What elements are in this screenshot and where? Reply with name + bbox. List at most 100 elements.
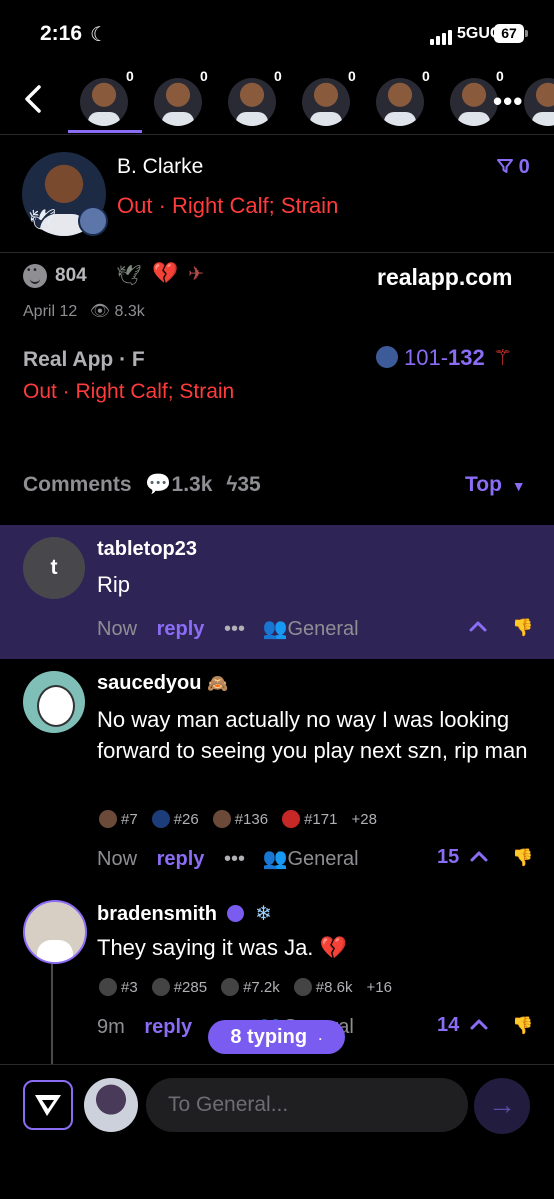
post-meta: April 12 👁 8.3k [23, 301, 145, 321]
rank-badge[interactable]: #8.6k [293, 978, 352, 996]
more-options-icon[interactable]: ••• [224, 618, 245, 640]
player-thumb[interactable] [450, 78, 498, 126]
filter-count: 0 [518, 156, 530, 178]
people-icon: 👥 [262, 848, 288, 870]
more-options-icon[interactable]: ••• [224, 848, 245, 870]
bolt-count: 35 [237, 473, 261, 496]
team-logo-icon [78, 206, 108, 236]
reply-button[interactable]: reply [157, 848, 205, 870]
rank-badge[interactable]: #285 [151, 978, 207, 996]
game-score[interactable]: 101-132 ⚚ [376, 345, 513, 371]
score-separator: - [440, 345, 449, 370]
divider [0, 1064, 554, 1065]
bird-reaction-icon[interactable]: 🕊 [116, 263, 141, 288]
smile-icon[interactable] [23, 264, 47, 288]
player-thumb[interactable] [376, 78, 424, 126]
rank-badge[interactable]: #26 [151, 810, 199, 828]
my-avatar[interactable] [84, 1078, 138, 1132]
player-status: Out · Right Calf; Strain [117, 193, 339, 218]
comment-text: No way man actually no way I was looking… [97, 707, 528, 763]
comment-username[interactable]: bradensmith ❄ [97, 901, 272, 926]
upvote-button[interactable]: 15 [437, 846, 489, 869]
comment-time: Now [97, 618, 138, 640]
thumb-count: 0 [126, 68, 134, 84]
comment-actions: Now reply ••• 👥General [97, 846, 359, 871]
player-thumb[interactable] [154, 78, 202, 126]
comment-input[interactable]: To General... [146, 1078, 468, 1132]
more-badges[interactable]: +28 [351, 811, 376, 828]
score-away: 132 [448, 345, 485, 370]
rank-badge[interactable]: #7.2k [221, 978, 280, 996]
comment-text: Rip [97, 572, 131, 597]
comment-text: They saying it was Ja. 💔 [97, 935, 347, 960]
player-thumb[interactable] [302, 78, 350, 126]
rank-badge[interactable]: #3 [99, 978, 138, 996]
typing-indicator[interactable]: 8 typing · [208, 1020, 345, 1054]
snowflake-icon: ❄ [255, 903, 272, 925]
vote-count: 14 [437, 1014, 460, 1036]
thumb-count: 0 [348, 68, 356, 84]
username-text: saucedyou [97, 672, 202, 694]
caret-down-icon: ▼ [511, 478, 526, 494]
source-label: Real App · F [23, 348, 145, 371]
comment-count: 1.3k [171, 473, 213, 496]
people-icon: 👥 [262, 618, 288, 640]
channel-label[interactable]: General [287, 618, 358, 640]
selected-tab-indicator [68, 130, 142, 133]
comment-time: Now [97, 848, 138, 870]
broken-heart-icon[interactable]: 💔 [152, 262, 178, 286]
thumb-count: 0 [422, 68, 430, 84]
team-reaction-icon[interactable]: ✈ [188, 263, 204, 286]
moon-icon: ☾ [90, 24, 108, 46]
player-thumb[interactable] [80, 78, 128, 126]
comment-username[interactable]: tabletop23 [97, 538, 197, 561]
rank-badge[interactable]: #171 [282, 810, 337, 828]
back-button[interactable] [22, 84, 44, 114]
emoji-badge-icon: 🙈 [207, 674, 229, 693]
source-site-link[interactable]: realapp.com [377, 264, 513, 291]
comment-time: 9m [97, 1016, 125, 1038]
thumb-count: 0 [200, 68, 208, 84]
divider [0, 252, 554, 253]
badge-row: #3 #285 #7.2k #8.6k +16 [99, 978, 392, 996]
reply-button[interactable]: reply [157, 618, 205, 640]
avatar[interactable] [23, 900, 87, 964]
thumbs-down-icon[interactable]: 👎 [512, 618, 533, 638]
more-badges[interactable]: +16 [366, 979, 391, 996]
reply-button[interactable]: reply [144, 1016, 192, 1038]
comments-header: Comments 💬1.3k ϟ35 [23, 473, 261, 497]
score-home: 101 [404, 345, 441, 370]
bolt-icon: ϟ [226, 473, 238, 496]
send-button[interactable]: → [474, 1078, 530, 1134]
channel-label[interactable]: General [287, 848, 358, 870]
sort-label: Top [465, 473, 502, 496]
more-icon[interactable]: ••• [493, 86, 523, 117]
thread-line [51, 964, 53, 1064]
dove-icon: 🕊 [28, 208, 56, 233]
thumbs-down-icon[interactable]: 👎 [512, 1016, 533, 1036]
view-count: 8.3k [114, 303, 145, 320]
upvote-button[interactable]: 14 [437, 1014, 489, 1037]
thumb-count: 0 [496, 68, 504, 84]
thumbs-down-icon[interactable]: 👎 [512, 848, 533, 868]
team-logo-icon [376, 346, 398, 368]
player-thumb[interactable] [524, 78, 554, 126]
player-name[interactable]: B. Clarke [117, 155, 203, 179]
avatar[interactable]: t [23, 537, 85, 599]
avatar[interactable] [23, 671, 85, 733]
upvote-button[interactable] [468, 616, 488, 639]
post-date: April 12 [23, 303, 78, 320]
typing-label: 8 typing [230, 1026, 308, 1048]
sort-dropdown[interactable]: Top ▼ [465, 473, 526, 497]
comment-actions: Now reply ••• 👥General [97, 616, 359, 641]
player-thumb[interactable] [228, 78, 276, 126]
battery-indicator: 67 [494, 24, 528, 43]
injury-status: Out · Right Calf; Strain [23, 380, 235, 403]
rank-badge[interactable]: #7 [99, 810, 138, 828]
app-logo-button[interactable] [23, 1080, 73, 1130]
comment-username[interactable]: saucedyou 🙈 [97, 672, 228, 695]
rank-badge[interactable]: #136 [212, 810, 268, 828]
comments-label: Comments [23, 473, 132, 496]
eye-icon: 👁 [89, 303, 111, 320]
filter-button[interactable]: 0 [497, 156, 530, 179]
